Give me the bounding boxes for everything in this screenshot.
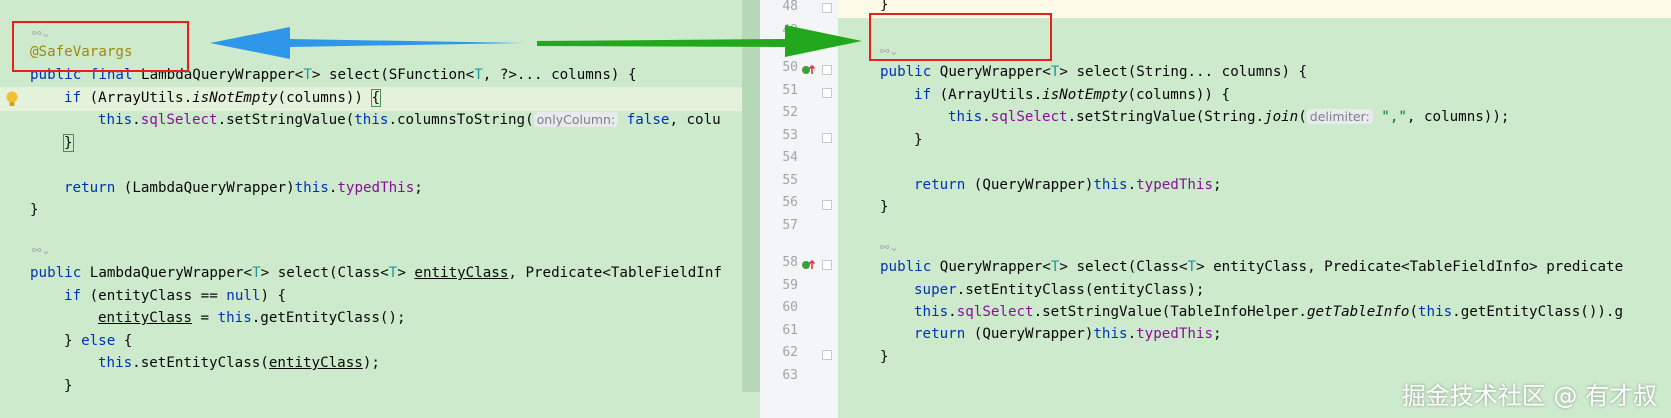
green-arrow [537, 25, 862, 57]
blue-arrow [210, 27, 525, 59]
comparison-arrows [210, 25, 862, 59]
watermark-text: 掘金技术社区 @ 有才叔 [1401, 382, 1657, 410]
